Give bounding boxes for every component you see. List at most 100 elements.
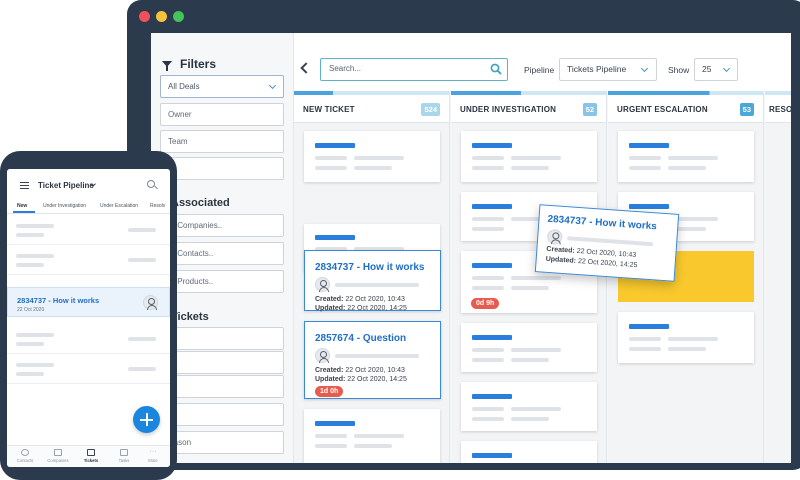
add-ticket-button[interactable] xyxy=(133,406,160,433)
ticket-card[interactable] xyxy=(618,131,754,182)
list-item-selected[interactable]: 2834737 - How it works 22 Oct 2020 xyxy=(7,287,170,317)
placeholder-bar xyxy=(511,417,549,421)
nav-more[interactable]: ··· More xyxy=(138,448,168,463)
created-value: 22 Oct 2020, 10:43 xyxy=(345,367,405,374)
placeholder-bar xyxy=(629,324,669,329)
pipeline-label: Pipeline xyxy=(524,65,555,75)
list-item[interactable] xyxy=(7,324,170,354)
search-icon[interactable] xyxy=(490,63,502,75)
ticket-title: 2857674 - Question xyxy=(315,333,407,344)
nav-contacts[interactable]: Contacts xyxy=(10,449,40,463)
updated-line: Updated: 22 Oct 2020, 14:25 xyxy=(315,305,407,312)
placeholder-bar xyxy=(629,204,669,209)
created-label: Created: xyxy=(546,245,575,255)
placeholder-bar xyxy=(472,143,512,148)
column-resolved: RESO xyxy=(765,91,791,463)
nav-companies[interactable]: Companies xyxy=(43,449,73,463)
pipeline-select[interactable]: Tickets Pipeline xyxy=(559,58,657,81)
column-count-badge: 53 xyxy=(739,103,754,116)
nav-label: Companies xyxy=(47,458,69,463)
team-filter[interactable]: Team xyxy=(160,130,284,153)
column-header: URGENT ESCALATION 53 xyxy=(608,95,763,123)
owner-filter[interactable]: Owner xyxy=(160,103,284,126)
placeholder-bar xyxy=(629,347,661,351)
mobile-pipeline-title[interactable]: Ticket Pipeline xyxy=(38,181,94,190)
placeholder-bar xyxy=(16,342,44,346)
column-title: RESO xyxy=(769,105,791,114)
ticket-card[interactable] xyxy=(461,323,597,372)
close-window-button[interactable] xyxy=(139,11,150,22)
nav-tasks[interactable]: Tasks xyxy=(109,449,139,463)
placeholder-bar xyxy=(511,348,561,352)
filter-icon xyxy=(162,61,172,71)
desktop-window: Filters All Deals Owner Team ge Associat… xyxy=(127,0,800,470)
placeholder-bar xyxy=(668,166,706,170)
ticket-card[interactable] xyxy=(618,312,754,363)
updated-value: 22 Oct 2020, 14:25 xyxy=(347,376,407,383)
minimize-window-button[interactable] xyxy=(156,11,167,22)
placeholder-bar xyxy=(511,166,549,170)
companies-icon xyxy=(54,449,62,456)
ticket-card[interactable] xyxy=(461,441,597,463)
placeholder-bar xyxy=(472,453,512,458)
back-arrow-icon[interactable] xyxy=(300,62,312,74)
placeholder-bar xyxy=(128,258,156,262)
nav-label: More xyxy=(148,458,158,463)
placeholder-bar xyxy=(472,217,504,221)
search-input[interactable]: Search... xyxy=(320,58,508,81)
placeholder-bar xyxy=(472,263,512,268)
search-placeholder: Search... xyxy=(329,64,362,73)
ticket-card[interactable] xyxy=(461,131,597,182)
tab-new[interactable]: New xyxy=(17,203,27,209)
list-item-title: 2834737 - How it works xyxy=(17,296,100,305)
placeholder-bar xyxy=(315,143,355,148)
column-count-badge: 52 xyxy=(582,103,597,116)
list-item-date: 22 Oct 2020 xyxy=(17,307,45,313)
ticket-card[interactable] xyxy=(461,382,597,431)
toolbar: Search... Pipeline Tickets Pipeline Show… xyxy=(294,33,791,91)
list-item[interactable] xyxy=(7,245,170,275)
maximize-window-button[interactable] xyxy=(173,11,184,22)
placeholder-bar xyxy=(472,348,504,352)
search-icon[interactable] xyxy=(147,180,155,188)
tab-under-escalation[interactable]: Under Escalation xyxy=(100,203,138,209)
user-avatar-icon xyxy=(315,348,330,363)
placeholder-bar xyxy=(629,156,661,160)
placeholder-bar xyxy=(315,235,355,240)
updated-line: Updated: 22 Oct 2020, 14:25 xyxy=(315,376,407,383)
nav-tickets[interactable]: Tickets xyxy=(76,449,106,463)
chevron-down-icon xyxy=(722,64,731,73)
ticket-card[interactable] xyxy=(304,131,440,182)
all-deals-select[interactable]: All Deals xyxy=(160,75,284,98)
ticket-card[interactable] xyxy=(304,409,440,463)
age-badge: 0d 9h xyxy=(471,298,500,309)
mobile-screen: Ticket Pipeline New Under Investigation … xyxy=(7,169,170,467)
column-title: UNDER INVESTIGATION xyxy=(460,105,557,114)
menu-icon[interactable] xyxy=(20,182,29,189)
placeholder-bar xyxy=(472,394,512,399)
mobile-bottom-nav: Contacts Companies Tickets Tasks ··· Mor… xyxy=(7,445,170,467)
mobile-header: Ticket Pipeline xyxy=(7,169,170,199)
ticket-title: 2834737 - How it works xyxy=(547,213,658,233)
column-title: NEW TICKET xyxy=(303,105,355,114)
tab-resolved[interactable]: Resolv xyxy=(150,203,165,209)
show-count-select[interactable]: 25 xyxy=(694,58,738,81)
placeholder-bar xyxy=(511,156,561,160)
tab-under-investigation[interactable]: Under Investigation xyxy=(43,203,86,209)
placeholder-bar xyxy=(472,156,504,160)
placeholder-bar xyxy=(335,354,419,358)
column-count-badge: 524 xyxy=(421,103,440,116)
placeholder-bar xyxy=(315,421,355,426)
ticket-card-how-it-works[interactable]: 2834737 - How it works Created: 22 Oct 2… xyxy=(304,250,441,312)
list-item[interactable] xyxy=(7,215,170,245)
pipeline-board: NEW TICKET 524 2834737 - How it works Cr… xyxy=(294,91,791,463)
placeholder-bar xyxy=(16,372,44,376)
column-title: URGENT ESCALATION xyxy=(617,105,708,114)
nav-label: Tickets xyxy=(83,458,99,463)
placeholder-bar xyxy=(629,143,669,148)
nav-label: Contacts xyxy=(16,458,34,463)
list-item[interactable] xyxy=(7,354,170,384)
ticket-card-question[interactable]: 2857674 - Question Created: 22 Oct 2020,… xyxy=(304,321,441,399)
dragged-ticket-card[interactable]: 2834737 - How it works Created: 22 Oct 2… xyxy=(534,204,680,282)
placeholder-bar xyxy=(472,286,504,290)
